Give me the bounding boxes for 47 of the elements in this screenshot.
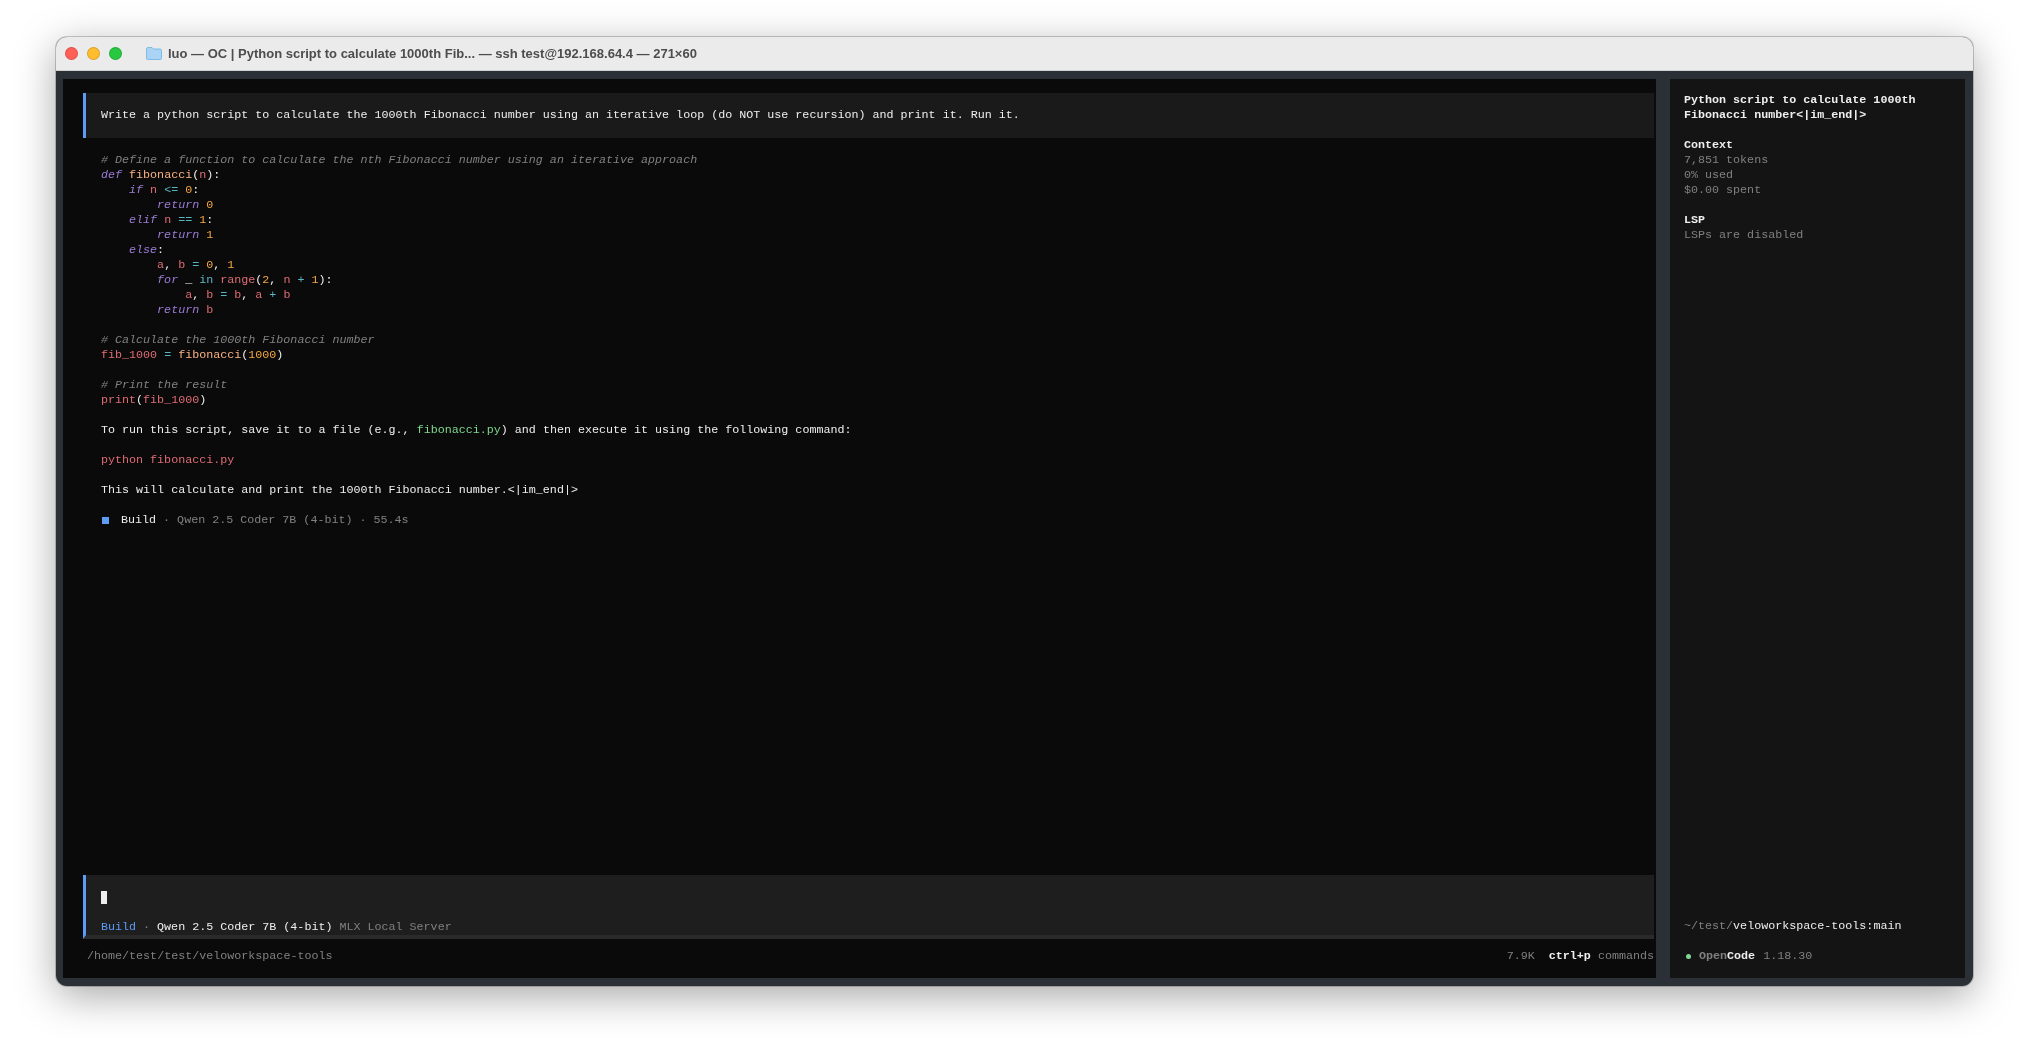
- model-name: Qwen 2.5 Coder 7B (4-bit): [157, 920, 333, 935]
- code-line: def fibonacci(n):: [101, 168, 221, 183]
- folder-icon: [146, 47, 162, 60]
- code-line: elif n == 1:: [128, 213, 214, 228]
- agent-label: Build: [101, 920, 137, 935]
- info-line: 7,851 tokens: [1684, 153, 1769, 168]
- code-line: # Define a function to calculate the nth Fibonacci number using an iterative approach: [101, 153, 698, 168]
- section-heading: Context: [1684, 138, 1734, 153]
- run-details: · Qwen 2.5 Coder 7B (4-bit) · 55.4s: [162, 513, 409, 528]
- agent-label: Build: [121, 513, 157, 528]
- code-line: fib_1000 = fibonacci(1000): [101, 348, 284, 363]
- info-line: 0% used: [1684, 168, 1734, 183]
- message-text: This will calculate and print the 1000th Fibonacci number.<|im_end|>: [101, 483, 578, 498]
- user-message: Write a python script to calculate the 1000th Fibonacci number using an iterative loop (do NOT use recursion) and print it. Run it.: [83, 93, 1654, 138]
- code-line: a, b = 0, 1: [156, 258, 235, 273]
- text-cursor: [101, 891, 107, 904]
- code-line: python fibonacci.py: [101, 453, 235, 468]
- provider-name: MLX Local Server: [339, 920, 452, 935]
- info-line: $0.00 spent: [1684, 183, 1762, 198]
- message-text: To run this script, save it to a file (e.g., fibonacci.py) and then execute it using the following command:: [101, 423, 852, 438]
- code-line: a, b = b, a + b: [184, 288, 291, 303]
- app-name: OpenCode: [1699, 949, 1756, 964]
- code-line: return b: [156, 303, 214, 318]
- shortcut-label: commands: [1597, 949, 1654, 964]
- minimize-button[interactable]: [87, 47, 100, 60]
- code-line: return 0: [156, 198, 214, 213]
- code-line: # Print the result: [101, 378, 228, 393]
- code-line: print(fib_1000): [101, 393, 207, 408]
- section-heading: LSP: [1684, 213, 1706, 228]
- window-title: luo — OC | Python script to calculate 1000th Fib... — ssh test@192.168.64.4 — 271×60: [168, 46, 697, 61]
- code-line: # Calculate the 1000th Fibonacci number: [101, 333, 375, 348]
- app-version: 1.18.30: [1763, 949, 1813, 964]
- code-line: else:: [128, 243, 165, 258]
- close-button[interactable]: [65, 47, 78, 60]
- separator-dot: ·: [143, 920, 151, 935]
- code-line: return 1: [156, 228, 214, 243]
- working-directory: /home/test/test/veloworkspace-tools: [87, 949, 333, 964]
- token-count: 7.9K: [1506, 949, 1535, 964]
- square-icon: [102, 517, 109, 524]
- directory-path: ~/test/veloworkspace-tools:main: [1684, 919, 1902, 934]
- status-dot: [1686, 954, 1691, 959]
- shortcut-key: ctrl+p: [1548, 949, 1591, 964]
- code-line: for _ in range(2, n + 1):: [156, 273, 333, 288]
- maximize-button[interactable]: [109, 47, 122, 60]
- session-title: Python script to calculate 1000th Fibonacci number<|im_end|>: [1684, 93, 1917, 123]
- code-line: if n <= 0:: [128, 183, 200, 198]
- info-line: LSPs are disabled: [1684, 228, 1804, 243]
